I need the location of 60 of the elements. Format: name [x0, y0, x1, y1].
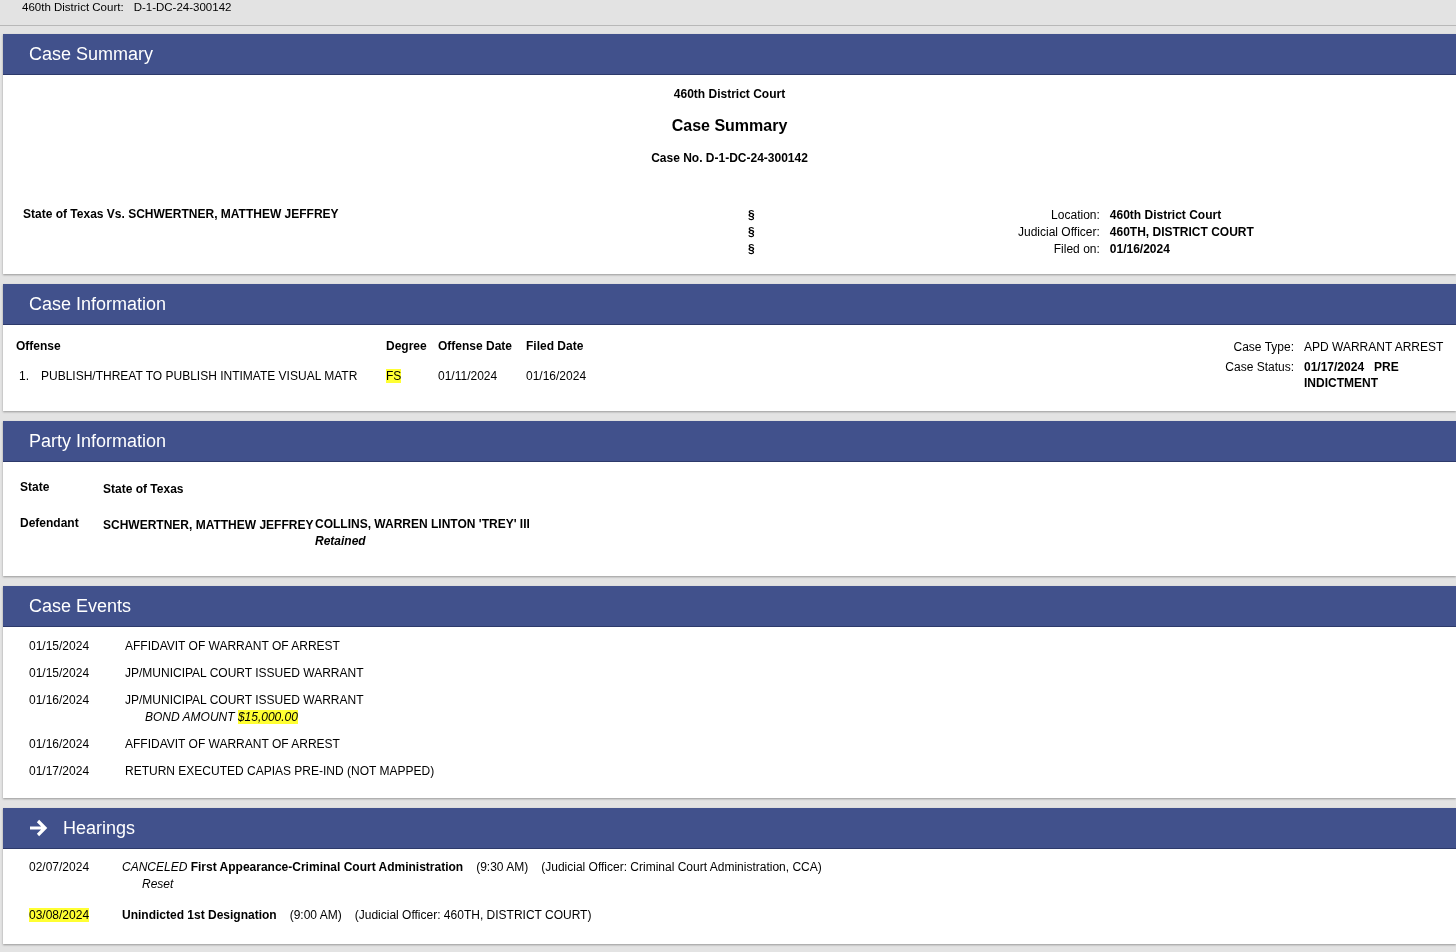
section-mark: §: [748, 207, 756, 224]
event-date: 01/15/2024: [29, 665, 91, 682]
section-title: Case Summary: [29, 43, 154, 65]
hearing-title: CANCELED First Appearance-Criminal Court Administration: [122, 860, 464, 874]
column-header: Offense Date: [438, 339, 514, 355]
court-label: 460th District Court:: [22, 0, 124, 14]
event-description: JP/MUNICIPAL COURT ISSUED WARRANT: [125, 665, 365, 682]
column-header: Filed Date: [526, 339, 585, 355]
attorney-status: Retained: [315, 533, 367, 550]
event-description: RETURN EXECUTED CAPIAS PRE-IND (NOT MAPPED): [125, 763, 435, 780]
column-header: Offense: [16, 339, 62, 355]
event-description: AFFIDAVIT OF WARRANT OF ARREST: [125, 736, 341, 753]
party-role: Defendant: [20, 516, 80, 532]
party-name: SCHWERTNER, MATTHEW JEFFREY: [103, 517, 315, 534]
hearing-date: 03/08/2024: [29, 908, 90, 922]
detail-value: 460th District Court: [1109, 207, 1223, 224]
section-mark: §: [748, 224, 756, 241]
detail-label: Location:: [1050, 207, 1100, 224]
detail-value: 01/17/2024 PRE INDICTMENT: [1304, 359, 1400, 391]
hearing-officer: (Judicial Officer: 460TH, DISTRICT COURT): [354, 907, 592, 924]
detail-value: 460TH, DISTRICT COURT: [1109, 224, 1254, 241]
party-role: State: [20, 480, 51, 496]
filed-date: 01/16/2024: [526, 369, 588, 385]
hearing-title: Unindicted 1st Designation: [122, 908, 277, 922]
hearing-officer: (Judicial Officer: Criminal Court Administration, CCA): [541, 859, 822, 876]
section-title: Case Information: [29, 293, 167, 315]
detail-value: 01/16/2024: [1109, 241, 1171, 258]
event-date: 01/15/2024: [29, 638, 91, 655]
detail-value: APD WARRANT ARREST: [1304, 339, 1444, 355]
case-number: Case No. D-1-DC-24-300142: [651, 151, 808, 165]
event-description: JP/MUNICIPAL COURT ISSUED WARRANT: [125, 692, 365, 709]
offense-name: PUBLISH/THREAT TO PUBLISH INTIMATE VISUAL MATR: [41, 369, 358, 385]
offense-number: 1.: [19, 369, 29, 385]
party-name: State of Texas: [103, 481, 185, 496]
detail-label: Filed on:: [1052, 241, 1100, 258]
hearing-time: (9:30 AM): [476, 859, 529, 876]
detail-label: Case Type:: [1232, 339, 1294, 355]
offense-date: 01/11/2024: [438, 369, 499, 385]
event-date: 01/16/2024: [29, 692, 91, 709]
section-mark: §: [748, 241, 756, 258]
case-style: State of Texas Vs. SCHWERTNER, MATTHEW JEFFREY: [23, 207, 340, 223]
hearing-time: (9:00 AM): [289, 907, 342, 924]
bond-amount: BOND AMOUNT $15,000.00: [144, 709, 299, 726]
hearing-date: 02/07/2024: [29, 860, 90, 874]
case-number: D-1-DC-24-300142: [133, 0, 232, 14]
offense-degree: FS: [386, 369, 402, 383]
hearing-note: Reset: [141, 876, 175, 893]
event-date: 01/16/2024: [29, 736, 91, 753]
arrow-icon: [29, 819, 49, 837]
section-title: Party Information: [29, 430, 167, 452]
court-name: 460th District Court: [673, 87, 786, 101]
attorney-name: COLLINS, WARREN LINTON 'TREY' III: [315, 516, 531, 533]
section-title: Case Events: [29, 595, 132, 617]
summary-heading: Case Summary: [671, 117, 788, 135]
section-title: Hearings: [63, 817, 136, 839]
column-header: Degree: [386, 339, 428, 355]
event-date: 01/17/2024: [29, 763, 91, 780]
event-description: AFFIDAVIT OF WARRANT OF ARREST: [125, 638, 341, 655]
detail-label: Case Status:: [1225, 359, 1294, 376]
detail-label: Judicial Officer:: [1018, 224, 1100, 241]
